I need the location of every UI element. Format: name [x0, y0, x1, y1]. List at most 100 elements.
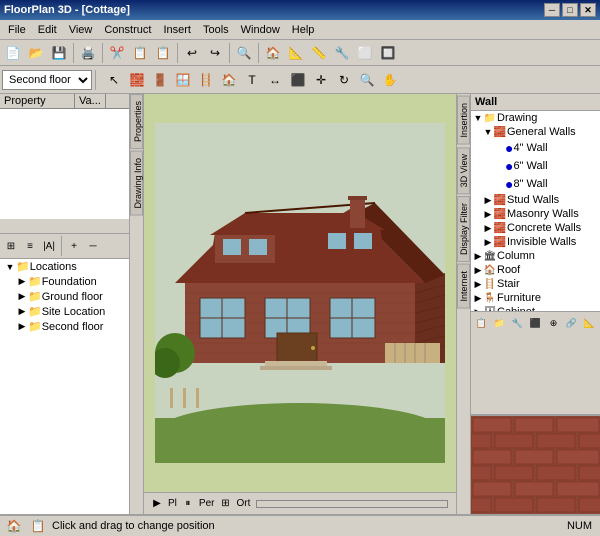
- wall-tool[interactable]: 🧱: [126, 69, 148, 91]
- expand-concrete-icon[interactable]: ▶: [483, 223, 493, 234]
- expand-6wall-icon[interactable]: [495, 161, 505, 171]
- tb-extra-6[interactable]: 🔲: [377, 42, 399, 64]
- stair-tool[interactable]: 🪜: [195, 69, 217, 91]
- minimize-button[interactable]: ─: [544, 3, 560, 17]
- prop-filter-button[interactable]: |A|: [40, 237, 58, 255]
- right-tree-general-walls[interactable]: ▼ 🧱 General Walls: [471, 125, 600, 139]
- undo-button[interactable]: ↩: [181, 42, 203, 64]
- expand-stair-icon[interactable]: ▶: [473, 279, 483, 290]
- copy-button[interactable]: 📋: [129, 42, 151, 64]
- status-btn1[interactable]: 🏠: [4, 517, 24, 535]
- canvas-scrollbar-h[interactable]: [252, 500, 452, 508]
- tb-extra-2[interactable]: 📐: [285, 42, 307, 64]
- menu-help[interactable]: Help: [286, 22, 321, 38]
- pan-tool[interactable]: ✋: [379, 69, 401, 91]
- window-tool[interactable]: 🪟: [172, 69, 194, 91]
- redo-button[interactable]: ↪: [204, 42, 226, 64]
- status-btn2[interactable]: 📋: [28, 517, 48, 535]
- expand-8wall-icon[interactable]: [495, 179, 505, 189]
- internet-tab[interactable]: Internet: [457, 264, 470, 309]
- zoom-tool[interactable]: 🔍: [356, 69, 378, 91]
- prop-tab-button[interactable]: ⊞: [2, 237, 20, 255]
- 3d-view[interactable]: [144, 94, 456, 492]
- prop-add-button[interactable]: +: [65, 237, 83, 255]
- tree-ground-floor[interactable]: ▶ 📁 Ground floor: [0, 289, 129, 304]
- tb-extra-1[interactable]: 🏠: [262, 42, 284, 64]
- rp-btn1[interactable]: 📋: [473, 314, 490, 332]
- expand-masonry-icon[interactable]: ▶: [483, 209, 493, 220]
- expand-general-walls-icon[interactable]: ▼: [483, 127, 493, 137]
- expand-cabinet-icon[interactable]: ▶: [473, 307, 483, 312]
- rp-btn2[interactable]: 📁: [491, 314, 508, 332]
- expand-invisible-icon[interactable]: ▶: [483, 237, 493, 248]
- expand-stud-icon[interactable]: ▶: [483, 195, 493, 206]
- open-button[interactable]: 📂: [25, 42, 47, 64]
- tb-extra-5[interactable]: ⬜: [354, 42, 376, 64]
- maximize-button[interactable]: □: [562, 3, 578, 17]
- expand-4wall-icon[interactable]: [495, 143, 505, 153]
- expand-icon[interactable]: ▶: [16, 291, 28, 302]
- menu-file[interactable]: File: [2, 22, 32, 38]
- right-tree-8wall[interactable]: ● 8" Wall: [471, 175, 600, 193]
- tree-foundation[interactable]: ▶ 📁 Foundation: [0, 274, 129, 289]
- display-filter-tab[interactable]: Display Filter: [457, 196, 470, 262]
- right-tree-invisible[interactable]: ▶ 🧱 Invisible Walls: [471, 235, 600, 249]
- tb-extra-3[interactable]: 📏: [308, 42, 330, 64]
- pause-button[interactable]: ⏸: [179, 495, 197, 513]
- expand-icon[interactable]: ▶: [16, 276, 28, 287]
- new-button[interactable]: 📄: [2, 42, 24, 64]
- right-tree-masonry[interactable]: ▶ 🧱 Masonry Walls: [471, 207, 600, 221]
- prop-remove-button[interactable]: ─: [84, 237, 102, 255]
- right-tree-drawing[interactable]: ▼ 📁 Drawing: [471, 111, 600, 125]
- play-button[interactable]: ▶: [148, 495, 166, 513]
- expand-furniture-icon[interactable]: ▶: [473, 293, 483, 304]
- menu-construct[interactable]: Construct: [98, 22, 157, 38]
- menu-tools[interactable]: Tools: [197, 22, 235, 38]
- ortho-button[interactable]: ⊞: [216, 495, 234, 513]
- tree-site-location[interactable]: ▶ 📁 Site Location: [0, 304, 129, 319]
- 3d-view-tab[interactable]: 3D View: [457, 147, 470, 194]
- right-tree-stud-walls[interactable]: ▶ 🧱 Stud Walls: [471, 193, 600, 207]
- close-button[interactable]: ✕: [580, 3, 596, 17]
- expand-icon[interactable]: ▼: [4, 262, 16, 272]
- paste-button[interactable]: 📋: [152, 42, 174, 64]
- expand-drawing-icon[interactable]: ▼: [473, 113, 483, 123]
- expand-icon[interactable]: ▶: [16, 321, 28, 332]
- door-tool[interactable]: 🚪: [149, 69, 171, 91]
- right-tree-stair[interactable]: ▶ 🪜 Stair: [471, 277, 600, 291]
- right-tree-furniture[interactable]: ▶ 🪑 Furniture: [471, 291, 600, 305]
- rp-btn4[interactable]: ⬛: [527, 314, 544, 332]
- menu-edit[interactable]: Edit: [32, 22, 63, 38]
- properties-tab[interactable]: Properties: [130, 94, 143, 149]
- tree-second-floor[interactable]: ▶ 📁 Second floor: [0, 319, 129, 334]
- rp-btn5[interactable]: ⊕: [545, 314, 562, 332]
- drawing-info-tab[interactable]: Drawing Info: [130, 151, 143, 216]
- tree-root[interactable]: ▼ 📁 Locations: [0, 259, 129, 274]
- right-tree-column[interactable]: ▶ 🏛 Column: [471, 249, 600, 263]
- save-button[interactable]: 💾: [48, 42, 70, 64]
- insertion-tab[interactable]: Insertion: [457, 96, 470, 145]
- expand-roof-icon[interactable]: ▶: [473, 265, 483, 276]
- right-tree-concrete[interactable]: ▶ 🧱 Concrete Walls: [471, 221, 600, 235]
- expand-icon[interactable]: ▶: [16, 306, 28, 317]
- right-tree-4wall[interactable]: ● 4" Wall: [471, 139, 600, 157]
- cut-button[interactable]: ✂️: [106, 42, 128, 64]
- expand-column-icon[interactable]: ▶: [473, 251, 483, 262]
- rotate-tool[interactable]: ↻: [333, 69, 355, 91]
- text-tool[interactable]: T: [241, 69, 263, 91]
- select-tool[interactable]: ⬛: [287, 69, 309, 91]
- rp-btn6[interactable]: 🔗: [563, 314, 580, 332]
- floor-select[interactable]: Foundation Ground floor Second floor Roo…: [2, 70, 92, 90]
- rp-btn3[interactable]: 🔧: [509, 314, 526, 332]
- rp-btn7[interactable]: 📐: [581, 314, 598, 332]
- move-tool[interactable]: ✛: [310, 69, 332, 91]
- cursor-tool[interactable]: ↖: [103, 69, 125, 91]
- print-button[interactable]: 🖨️: [77, 42, 99, 64]
- menu-view[interactable]: View: [63, 22, 99, 38]
- roof-tool[interactable]: 🏠: [218, 69, 240, 91]
- prop-list-button[interactable]: ≡: [21, 237, 39, 255]
- dim-tool[interactable]: ↔: [264, 69, 286, 91]
- menu-window[interactable]: Window: [235, 22, 286, 38]
- tb-extra-4[interactable]: 🔧: [331, 42, 353, 64]
- menu-insert[interactable]: Insert: [157, 22, 197, 38]
